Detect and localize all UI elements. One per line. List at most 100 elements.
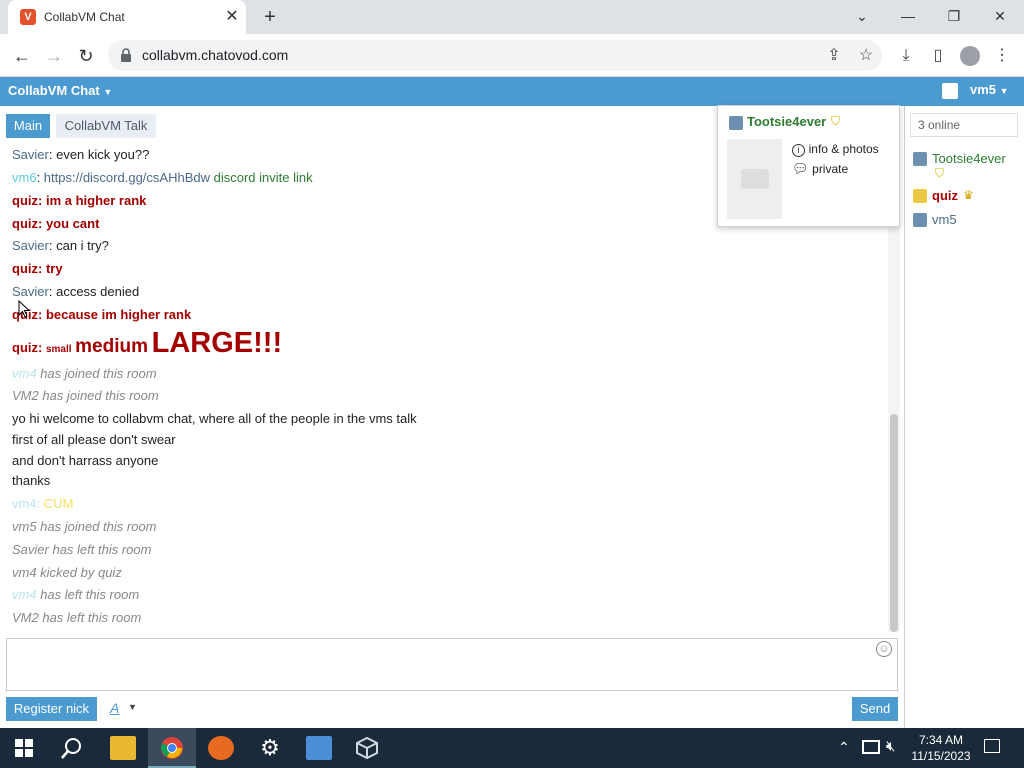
app-menu[interactable]: CollabVM Chat ▼ bbox=[8, 83, 112, 98]
separator: : bbox=[38, 261, 46, 276]
online-count: 3 online bbox=[910, 113, 1018, 137]
user-photo-placeholder[interactable] bbox=[727, 139, 782, 219]
separator: : bbox=[38, 307, 46, 322]
message-author[interactable]: quiz bbox=[12, 340, 38, 355]
restore-button[interactable]: ❐ bbox=[934, 4, 974, 28]
url-text: collabvm.chatovod.com bbox=[142, 47, 289, 63]
minimize-button[interactable]: — bbox=[888, 4, 928, 28]
message-text: try bbox=[45, 261, 63, 276]
message-author[interactable]: VM2 bbox=[12, 388, 39, 403]
message-author[interactable]: quiz bbox=[12, 261, 38, 276]
info-photos-link[interactable]: i info & photos bbox=[792, 141, 879, 157]
tab-search-icon[interactable]: ⌄ bbox=[842, 4, 882, 28]
browser-tab[interactable]: V CollabVM Chat ✕ bbox=[8, 0, 246, 34]
forward-icon[interactable]: → bbox=[42, 44, 66, 68]
message-author[interactable]: vm4 bbox=[12, 496, 37, 511]
chat-message: vm4: CUM bbox=[12, 496, 73, 512]
chevron-down-icon[interactable]: ▼ bbox=[128, 702, 137, 712]
chat-message: quiz: try bbox=[12, 261, 63, 277]
smiley-icon[interactable]: ☺ bbox=[876, 641, 892, 657]
message-text: im a higher rank bbox=[45, 193, 147, 208]
crown-icon: ♛ bbox=[963, 188, 974, 202]
chat-message: quiz: im a higher rank bbox=[12, 193, 146, 209]
message-author[interactable]: Savier bbox=[12, 284, 49, 299]
windows-start-icon[interactable] bbox=[15, 739, 33, 757]
message-author[interactable]: Savier bbox=[12, 147, 49, 162]
message-author[interactable]: Savier bbox=[12, 238, 49, 253]
menu-dots-icon[interactable]: ⋮ bbox=[990, 44, 1014, 68]
user-popup: Tootsie4ever ⛉ i info & photos 💬︎ privat… bbox=[717, 105, 900, 227]
browser-tab-strip: V CollabVM Chat ✕ + ⌄ — ❐ ✕ bbox=[0, 0, 1024, 34]
private-label: private bbox=[812, 162, 849, 176]
side-panel-icon[interactable]: ▯ bbox=[926, 44, 950, 68]
file-explorer-icon[interactable] bbox=[110, 736, 136, 760]
firefox-icon[interactable] bbox=[208, 736, 234, 760]
private-chat-link[interactable]: 💬︎ private bbox=[792, 161, 848, 177]
shield-icon: ⛉ bbox=[831, 114, 841, 128]
chat-bubble-icon: 💬︎ bbox=[792, 161, 809, 176]
message-author[interactable]: quiz bbox=[12, 216, 38, 231]
virtualbox-icon[interactable] bbox=[355, 736, 379, 760]
user-icon bbox=[942, 83, 958, 99]
register-nick-button[interactable]: Register nick bbox=[6, 697, 97, 721]
chevron-up-icon[interactable]: ⌃ bbox=[838, 739, 850, 756]
chat-message: quiz: because im higher rank bbox=[12, 307, 191, 323]
message-text: discord invite link bbox=[213, 170, 313, 185]
message-text: has joined this room bbox=[42, 388, 159, 403]
address-bar[interactable]: collabvm.chatovod.com bbox=[108, 40, 882, 71]
message-author[interactable]: vm4 bbox=[12, 366, 37, 381]
message-text: you cant bbox=[45, 216, 100, 231]
scrollbar-thumb[interactable] bbox=[890, 414, 898, 632]
bookmark-star-icon[interactable]: ☆ bbox=[854, 44, 878, 68]
large-text: LARGE!!! bbox=[151, 327, 283, 359]
welcome-line: thanks bbox=[12, 473, 51, 488]
volume-muted-icon[interactable]: 🔇︎ bbox=[886, 738, 895, 755]
settings-gear-icon[interactable]: ⚙ bbox=[257, 735, 283, 761]
notification-icon[interactable] bbox=[984, 739, 1000, 753]
info-icon: i bbox=[792, 144, 805, 157]
search-icon[interactable] bbox=[61, 737, 83, 759]
app-header: CollabVM Chat ▼ vm5 ▼ bbox=[0, 77, 1024, 106]
reload-icon[interactable]: ↻ bbox=[74, 44, 98, 68]
chat-message: quiz: small medium LARGE!!! bbox=[12, 328, 282, 365]
medium-text: medium bbox=[75, 336, 149, 357]
font-style-button[interactable]: A bbox=[110, 700, 119, 716]
chat-message: Savier: access denied bbox=[12, 284, 139, 300]
small-text: small bbox=[45, 344, 72, 355]
discord-link[interactable]: https://discord.gg/csAHhBdw bbox=[44, 170, 210, 185]
close-tab-icon[interactable]: ✕ bbox=[222, 7, 242, 27]
download-icon[interactable]: ⤓ bbox=[894, 44, 918, 68]
tab-main[interactable]: Main bbox=[6, 114, 50, 138]
taskbar-clock[interactable]: 7:34 AM 11/15/2023 bbox=[910, 732, 972, 764]
separator: : bbox=[38, 193, 46, 208]
control-panel-icon[interactable] bbox=[306, 736, 332, 760]
new-tab-button[interactable]: + bbox=[258, 6, 282, 28]
tab-collabvm-talk[interactable]: CollabVM Talk bbox=[56, 114, 156, 138]
profile-icon[interactable] bbox=[958, 44, 982, 68]
shield-icon: ⛉ bbox=[935, 166, 945, 180]
system-message: vm5 has joined this room bbox=[12, 519, 157, 534]
chat-message: Savier: can i try? bbox=[12, 238, 109, 254]
chat-message: Savier: even kick you?? bbox=[12, 147, 149, 163]
network-icon[interactable] bbox=[862, 740, 880, 754]
user-name: quiz bbox=[932, 188, 958, 203]
message-author[interactable]: vm4 bbox=[12, 587, 37, 602]
send-button[interactable]: Send bbox=[852, 697, 898, 721]
share-icon[interactable]: ⇪ bbox=[822, 44, 846, 68]
close-window-button[interactable]: ✕ bbox=[980, 4, 1020, 28]
back-icon[interactable]: ← bbox=[10, 44, 34, 68]
message-text: because im higher rank bbox=[45, 307, 192, 322]
message-text: access denied bbox=[56, 284, 140, 299]
user-menu[interactable]: vm5 ▼ bbox=[942, 82, 1009, 99]
chat-message: quiz: you cant bbox=[12, 216, 99, 232]
system-message: vm4 kicked by quiz bbox=[12, 565, 122, 580]
separator: : bbox=[38, 340, 46, 355]
user-icon bbox=[913, 189, 927, 203]
message-author[interactable]: quiz bbox=[12, 193, 38, 208]
message-author[interactable]: vm6 bbox=[12, 170, 37, 185]
user-icon bbox=[913, 152, 927, 166]
chrome-taskbar-button[interactable] bbox=[148, 728, 196, 768]
separator: : bbox=[36, 170, 44, 185]
system-message: vm4 has left this room bbox=[12, 587, 139, 603]
message-input[interactable] bbox=[6, 638, 898, 691]
